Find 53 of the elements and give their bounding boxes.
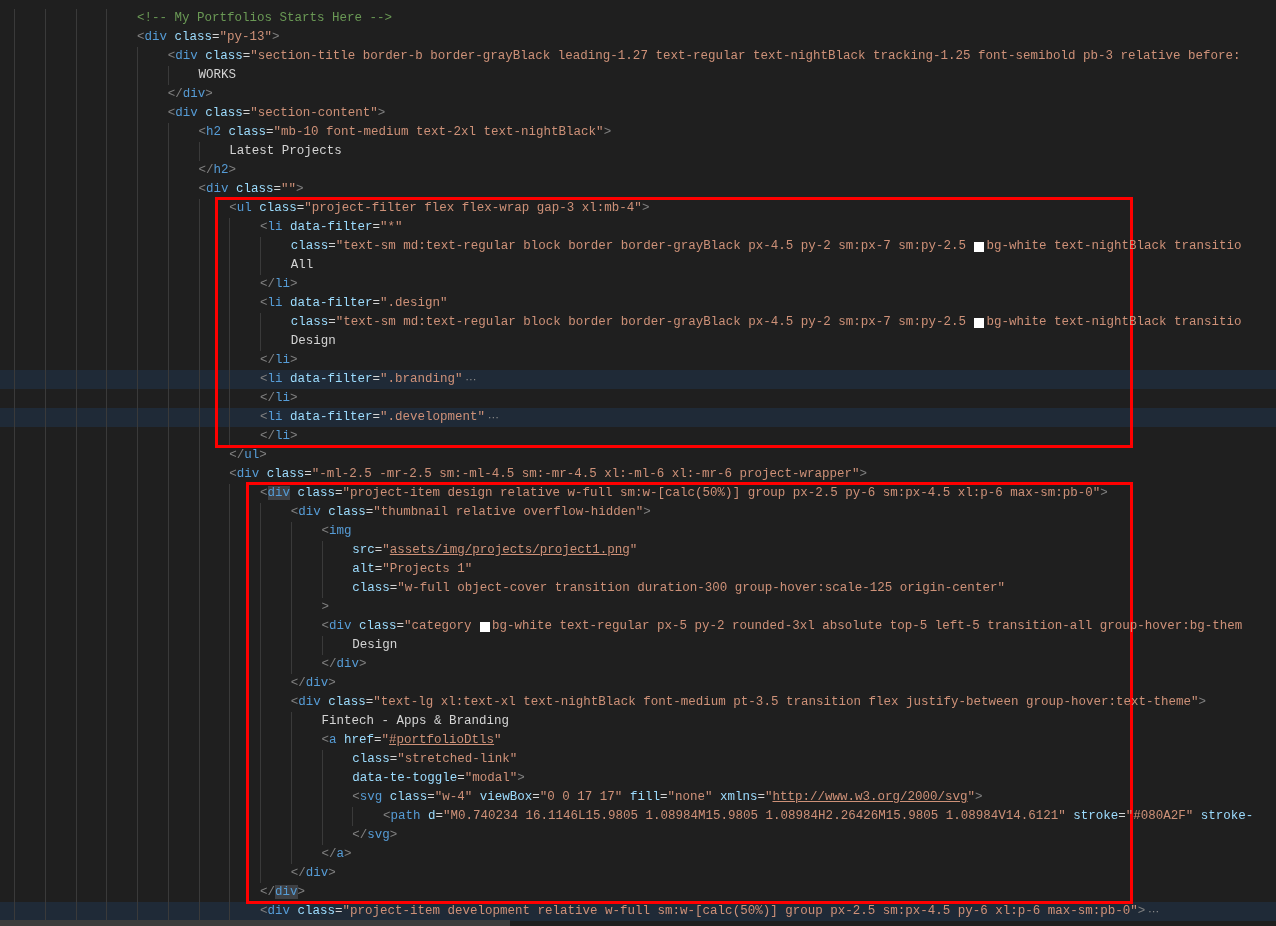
code-text: Design	[290, 333, 336, 350]
code-text: class="text-sm md:text-regular block border border-grayBlack px-4.5 py-2 sm:px-7 sm:py-2.5	[290, 314, 967, 331]
code-text: <div class="project-item development relative w-full sm:w-[calc(50%)] group px-2.5 sm:px-4.5 py-6 xl:p-6 max-sm:pb-0">	[260, 903, 1146, 920]
code-text: class="stretched-link"	[352, 751, 518, 768]
code-text: <div class="-ml-2.5 -mr-2.5 sm:-ml-4.5 sm:-mr-4.5 xl:-ml-6 xl:-mr-6 project-wrapper">	[229, 466, 867, 483]
fold-ellipsis[interactable]: ⋯	[465, 370, 477, 389]
code-text: alt="Projects 1"	[352, 561, 473, 578]
code-text: <img	[321, 523, 352, 540]
code-text: </div>	[167, 86, 213, 103]
code-text: <ul class="project-filter flex flex-wrap gap-3 xl:mb-4">	[229, 200, 650, 217]
code-text: <li data-filter=".design"	[260, 295, 448, 312]
fold-ellipsis[interactable]: ⋯	[488, 408, 500, 427]
code-text: </div>	[321, 656, 367, 673]
code-text: <div class="">	[198, 181, 304, 198]
horizontal-scrollbar[interactable]	[0, 920, 510, 926]
code-text: <a href="#portfolioDtls"	[321, 732, 502, 749]
color-swatch[interactable]	[480, 621, 491, 632]
fold-ellipsis[interactable]: ⋯	[1148, 902, 1160, 921]
code-text: <div class="category	[321, 618, 473, 635]
code-text: <div class="section-title border-b border-grayBlack leading-1.27 text-regular text-nightBlack tracking-1.25 font-semibold pb-3 relative before:	[167, 48, 1241, 65]
code-text: </li>	[260, 276, 298, 293]
color-swatch[interactable]	[974, 317, 985, 328]
code-text: </li>	[260, 390, 298, 407]
code-text: <li data-filter=".development"	[260, 409, 486, 426]
code-text: </div>	[290, 865, 336, 882]
code-text: <svg class="w-4" viewBox="0 0 17 17" fill="none" xmlns="http://www.w3.org/2000/svg">	[352, 789, 983, 806]
code-text: </h2>	[198, 162, 237, 179]
code-text: </ul>	[229, 447, 267, 464]
code-text: </li>	[260, 428, 298, 445]
code-text: </div>	[260, 884, 306, 901]
code-text: WORKS	[198, 67, 236, 84]
code-text: <div class="section-content">	[167, 105, 386, 122]
code-text: All	[290, 257, 314, 274]
code-text: class="text-sm md:text-regular block border border-grayBlack px-4.5 py-2 sm:px-7 sm:py-2.5	[290, 238, 967, 255]
color-swatch[interactable]	[974, 241, 985, 252]
code-text: src="assets/img/projects/project1.png"	[352, 542, 638, 559]
code-text: Design	[352, 637, 398, 654]
code-text: <div class="project-item design relative w-full sm:w-[calc(50%)] group px-2.5 py-6 sm:px-4.5 xl:p-6 max-sm:pb-0">	[260, 485, 1108, 502]
code-text: </a>	[321, 846, 352, 863]
code-text: <!-- My Portfolios Starts Here -->	[137, 10, 393, 27]
code-text: </div>	[290, 675, 336, 692]
code-text: <li data-filter="*"	[260, 219, 403, 236]
code-text: class="w-full object-cover transition duration-300 group-hover:scale-125 origin-center"	[352, 580, 1005, 597]
code-text: data-te-toggle="modal">	[352, 770, 525, 787]
code-text: Fintech - Apps & Branding	[321, 713, 510, 730]
code-text: Latest Projects	[229, 143, 342, 160]
code-text: >	[321, 599, 329, 616]
code-text: <div class="thumbnail relative overflow-hidden">	[290, 504, 651, 521]
code-text: <h2 class="mb-10 font-medium text-2xl text-nightBlack">	[198, 124, 612, 141]
code-text: </li>	[260, 352, 298, 369]
code-text: <li data-filter=".branding"	[260, 371, 463, 388]
code-text: </svg>	[352, 827, 398, 844]
code-text: <div class="py-13">	[137, 29, 280, 46]
